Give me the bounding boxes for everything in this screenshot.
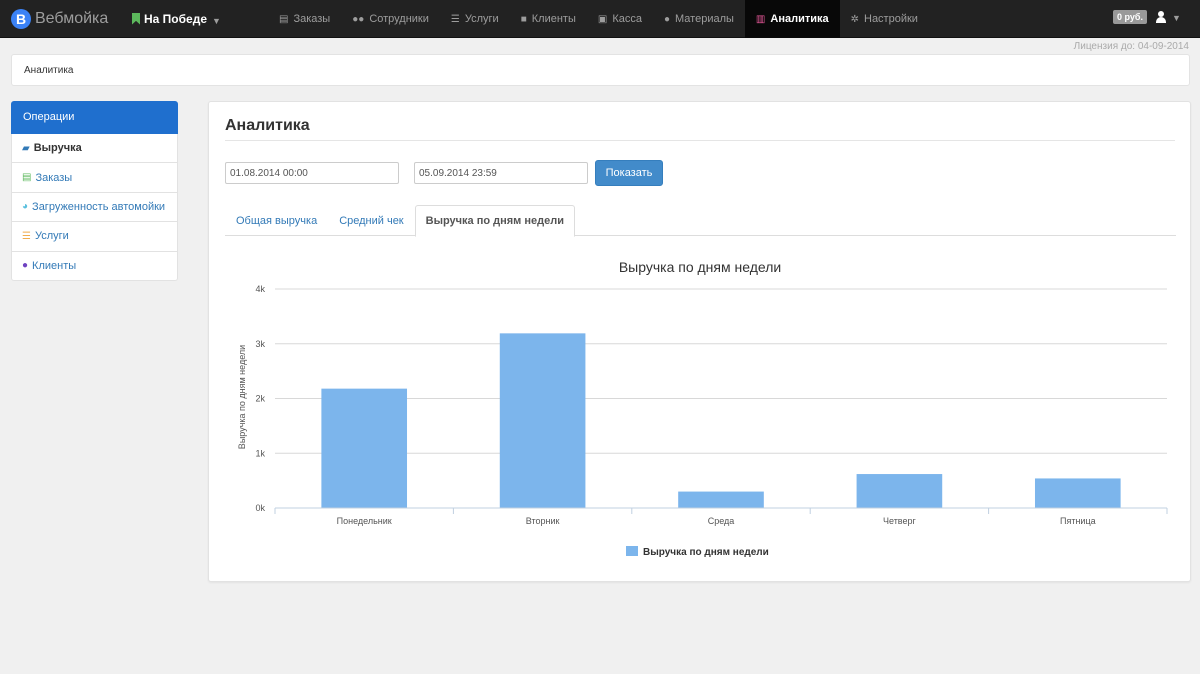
nav-item-label: Материалы: [675, 13, 734, 25]
y-axis-ticks: 0k 1k 2k 3k 4k: [255, 284, 265, 513]
list-icon: ☰: [450, 13, 460, 25]
x-axis: Понедельник Вторник Среда Четверг Пятница: [274, 507, 1168, 526]
tab-average-check[interactable]: Средний чек: [328, 205, 414, 236]
nav-item-label: Касса: [612, 13, 642, 25]
balance-badge[interactable]: 0 руб.: [1113, 10, 1147, 24]
bar[interactable]: [321, 388, 408, 508]
show-button[interactable]: Показать: [595, 160, 663, 186]
list-icon: ☰: [22, 230, 31, 242]
book-icon: ▤: [279, 13, 289, 25]
user-menu[interactable]: ▼: [1155, 11, 1181, 23]
cash-icon: ▣: [597, 13, 608, 25]
nav-item-label: Сотрудники: [369, 13, 429, 25]
truck-icon: ■: [520, 13, 527, 25]
sidebar-item-label: Услуги: [34, 230, 69, 243]
tab-total-revenue[interactable]: Общая выручка: [225, 205, 328, 236]
y-axis-label: Выручка по дням недели: [237, 345, 247, 449]
title-divider: [225, 140, 1175, 141]
chart-legend[interactable]: Выручка по дням недели: [626, 546, 769, 558]
nav-item-label: Услуги: [464, 13, 499, 25]
nav-item-label: Заказы: [293, 13, 331, 25]
brand-logo-icon: В: [11, 9, 31, 29]
bar[interactable]: [499, 333, 586, 508]
nav-item-services[interactable]: ☰ Услуги: [440, 0, 510, 38]
dashboard-icon: ◕: [22, 201, 29, 213]
nav-item-materials[interactable]: ● Материалы: [653, 0, 745, 38]
sidebar-item-services[interactable]: ☰ Услуги: [11, 222, 178, 252]
bar[interactable]: [856, 474, 943, 508]
x-tick-label: Понедельник: [337, 516, 392, 526]
nav-item-label: Аналитика: [770, 13, 829, 25]
sidebar-item-label: Заказы: [35, 171, 73, 184]
nav-item-employees[interactable]: ●● Сотрудники: [341, 0, 440, 38]
revenue-by-weekday-chart: Выручка по дням недели 0k 1k 2k 3k 4k Выручк…: [237, 259, 1168, 558]
sidebar-item-orders[interactable]: ▤ Заказы: [11, 163, 178, 193]
briefcase-icon: ▰: [22, 142, 30, 154]
sidebar-item-revenue[interactable]: ▰ Выручка: [11, 134, 178, 164]
nav-item-settings[interactable]: ✲ Настройки: [840, 0, 929, 38]
location-name: На Победе: [144, 11, 208, 26]
location-selector[interactable]: На Победе ▼: [132, 11, 221, 26]
main-nav: ▤ Заказы ●● Сотрудники ☰ Услуги ■ Клиенты ▣ К…: [268, 0, 929, 38]
sidebar-item-clients[interactable]: ● Клиенты: [11, 251, 178, 281]
breadcrumb: Аналитика: [11, 54, 1190, 86]
x-tick-label: Среда: [708, 516, 735, 526]
legend-label: Выручка по дням недели: [643, 547, 769, 558]
x-tick-label: Четверг: [883, 516, 917, 526]
page-title: Аналитика: [225, 117, 310, 134]
x-tick-label: Пятница: [1060, 516, 1096, 526]
y-tick-label: 0k: [255, 503, 265, 513]
y-tick-label: 1k: [255, 448, 265, 458]
chart-grid: [275, 288, 1167, 454]
nav-item-clients[interactable]: ■ Клиенты: [510, 0, 587, 38]
sidebar-item-label: Клиенты: [32, 259, 77, 272]
sidebar: Операции ▰ Выручка ▤ Заказы ◕ Загруженно…: [11, 101, 178, 281]
sidebar-item-label: Выручка: [33, 142, 82, 155]
y-tick-label: 4k: [255, 284, 265, 294]
brand[interactable]: В Вебмойка: [11, 7, 108, 31]
sidebar-item-load[interactable]: ◕ Загруженность автомойки: [11, 192, 178, 223]
chart-bars: [321, 333, 1121, 508]
tab-revenue-by-weekday[interactable]: Выручка по дням недели: [414, 205, 575, 237]
analytics-tabs: Общая выручка Средний чек Выручка по дня…: [225, 205, 1176, 237]
gear-icon: ✲: [850, 13, 859, 25]
users-icon: ●●: [352, 13, 365, 25]
sidebar-title: Операции: [11, 101, 178, 134]
nav-item-cash[interactable]: ▣ Касса: [587, 0, 653, 38]
date-from-input[interactable]: [225, 162, 399, 184]
chart-title: Выручка по дням недели: [619, 259, 781, 275]
chevron-down-icon: ▼: [1172, 13, 1181, 23]
y-tick-label: 2k: [255, 394, 265, 404]
nav-item-label: Клиенты: [531, 13, 576, 25]
drop-icon: ●: [663, 13, 671, 25]
date-to-input[interactable]: [414, 162, 588, 184]
analytics-panel: Аналитика Показать Общая выручка Средний…: [208, 101, 1191, 582]
x-tick-label: Вторник: [526, 516, 560, 526]
bar[interactable]: [678, 491, 764, 508]
user-icon: [1155, 11, 1167, 23]
book-icon: ▤: [22, 172, 32, 184]
brand-name: Вебмойка: [35, 10, 109, 27]
chevron-down-icon: ▼: [212, 16, 221, 26]
sidebar-item-label: Загруженность автомойки: [32, 200, 166, 213]
nav-item-orders[interactable]: ▤ Заказы: [268, 0, 341, 38]
y-tick-label: 3k: [255, 339, 265, 349]
legend-swatch: [626, 546, 638, 556]
top-navbar: В Вебмойка На Победе ▼ ▤ Заказы ●● Сотрудн…: [0, 0, 1200, 38]
nav-item-analytics[interactable]: ▥ Аналитика: [744, 0, 840, 38]
nav-item-label: Настройки: [864, 13, 918, 25]
chart-icon: ▥: [755, 13, 766, 25]
bookmark-icon: [132, 12, 140, 25]
license-info: Лицензия до: 04-09-2014: [1073, 41, 1189, 52]
bar[interactable]: [1034, 478, 1121, 508]
user-icon: ●: [22, 260, 29, 272]
